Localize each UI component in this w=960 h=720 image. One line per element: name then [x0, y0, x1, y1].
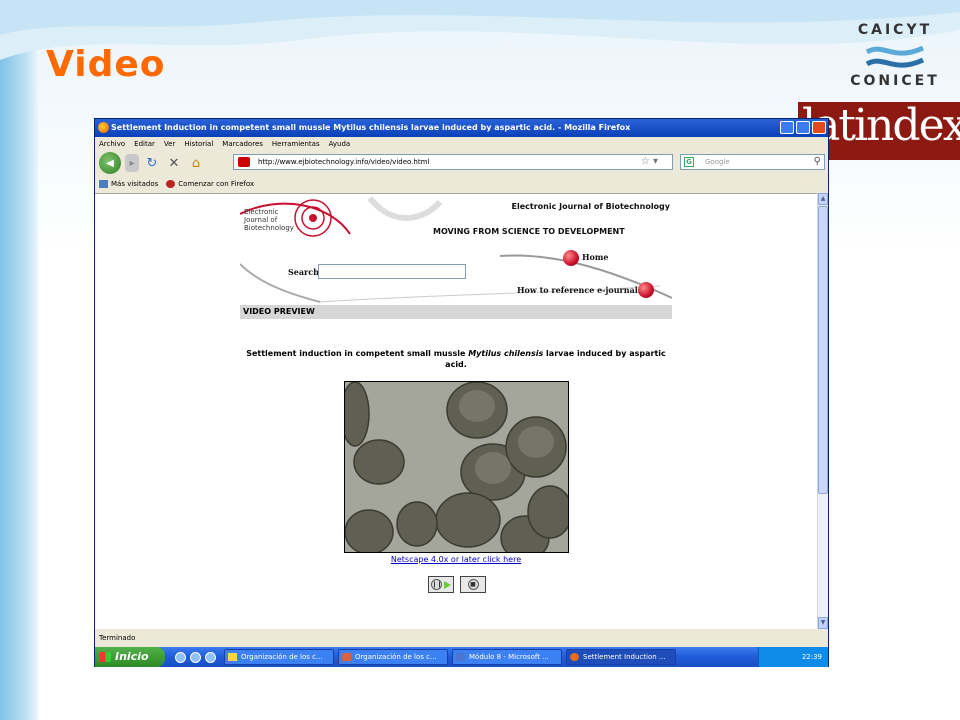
media-icon[interactable] [190, 651, 201, 663]
pause-icon: ❙❙ [431, 579, 443, 590]
section-header: VIDEO PREVIEW [240, 305, 672, 319]
firefox-bookmark-icon [166, 180, 176, 188]
conicet-emblem-icon [865, 45, 925, 68]
caicyt-logo-text: CAICYT [857, 22, 933, 38]
stop-button[interactable]: ■ [460, 576, 486, 593]
reload-icon[interactable]: ↻ [143, 154, 161, 172]
windows-flag-icon [100, 652, 111, 662]
forward-button[interactable]: ▸ [125, 154, 139, 172]
close-button[interactable] [812, 121, 826, 134]
menu-ayuda[interactable]: Ayuda [329, 137, 351, 151]
taskbar-item-1[interactable]: Organización de los c... [224, 649, 334, 665]
netscape-link[interactable]: Netscape 4.0x or later click here [240, 555, 672, 564]
url-text: http://www.ejbiotechnology.info/video/vi… [258, 158, 430, 166]
start-label: Inicio [115, 650, 149, 663]
taskbar-item-3[interactable]: Módulo 8 - Microsoft ... [452, 649, 562, 665]
search-field[interactable]: G Google ⚲ [680, 154, 825, 170]
ejb-logo-text: Electronic Journal of Biotechnology [244, 208, 294, 232]
conicet-logo-text: CONICET [850, 73, 940, 89]
menu-historial[interactable]: Historial [184, 137, 213, 151]
folder-icon [228, 653, 237, 661]
journal-name: Electronic Journal of Biotechnology [511, 202, 671, 211]
bookmark-most-visited[interactable]: Más visitados [99, 177, 158, 191]
stop-icon[interactable]: ✕ [165, 154, 183, 172]
navigation-toolbar: ◀ ▸ ↻ ✕ ⌂ http://www.ejbiotechnology.inf… [95, 152, 828, 174]
caicyt-conicet-logo: CAICYT CONICET [845, 18, 945, 94]
video-title-species: Mytilus chilensis [468, 349, 544, 358]
vertical-scrollbar[interactable]: ▲ ▼ [817, 193, 828, 629]
window-title: Settlement Induction in competent small … [111, 123, 631, 132]
site-search-input[interactable] [318, 264, 466, 279]
home-bullet-icon [563, 250, 579, 266]
back-button[interactable]: ◀ [99, 152, 121, 174]
bookmarks-toolbar: Más visitados Comenzar con Firefox [95, 177, 828, 191]
menu-archivo[interactable]: Archivo [99, 137, 125, 151]
menu-herramientas[interactable]: Herramientas [272, 137, 320, 151]
video-title: Settlement induction in competent small … [240, 348, 672, 370]
clock: 22:39 [801, 653, 822, 661]
site-favicon-icon [238, 157, 250, 167]
firefox-quicklaunch-icon[interactable] [205, 651, 216, 663]
browser-window: Settlement Induction in competent small … [94, 118, 829, 667]
scroll-thumb[interactable] [818, 206, 828, 494]
app-icon [342, 653, 351, 661]
menu-editar[interactable]: Editar [134, 137, 155, 151]
ie-icon[interactable] [175, 651, 186, 663]
quick-launch [175, 651, 216, 663]
browser-titlebar: Settlement Induction in competent small … [95, 119, 828, 137]
taskbar-item-2[interactable]: Organización de los c... [338, 649, 448, 665]
taskbar-item-4[interactable]: Settlement Induction ... [566, 649, 676, 665]
scroll-up-icon[interactable]: ▲ [818, 193, 828, 205]
bookmark-star-icon[interactable]: ☆ ▾ [641, 155, 658, 169]
howto-bullet-icon [638, 282, 654, 298]
how-to-reference-link[interactable]: How to reference e-journals [517, 285, 642, 295]
play-pause-button[interactable]: ❙❙ [428, 576, 454, 593]
video-title-prefix: Settlement induction in competent small … [246, 349, 469, 358]
video-player[interactable] [344, 381, 569, 553]
scroll-down-icon[interactable]: ▼ [818, 617, 828, 629]
home-icon[interactable]: ⌂ [187, 154, 205, 172]
journal-motto: MOVING FROM SCIENCE TO DEVELOPMENT [433, 227, 625, 236]
menu-bar: Archivo Editar Ver Historial Marcadores … [95, 137, 828, 151]
windows-taskbar: Inicio Organización de los c... Organiza… [95, 647, 828, 667]
word-icon [456, 653, 465, 661]
menu-marcadores[interactable]: Marcadores [222, 137, 263, 151]
bookmark-folder-icon [99, 180, 108, 188]
stop-square-icon: ■ [467, 579, 479, 590]
google-icon: G [684, 157, 694, 167]
ejb-logo[interactable]: Electronic Journal of Biotechnology [240, 200, 340, 250]
minimize-button[interactable] [780, 121, 794, 134]
maximize-button[interactable] [796, 121, 810, 134]
home-link[interactable]: Home [582, 252, 608, 262]
firefox-task-icon [570, 653, 579, 661]
status-bar: Terminado [99, 634, 136, 642]
search-label: Search [288, 267, 319, 277]
page-content: Electronic Journal of Biotechnology Elec… [95, 193, 817, 629]
bookmark-getting-started[interactable]: Comenzar con Firefox [166, 177, 254, 191]
slide-title: Video [46, 44, 166, 85]
ejb-header: Electronic Journal of Biotechnology Elec… [240, 194, 672, 306]
menu-ver[interactable]: Ver [164, 137, 175, 151]
system-tray: 22:39 [758, 647, 828, 667]
play-icon [444, 580, 451, 589]
magnifier-icon[interactable]: ⚲ [814, 155, 821, 169]
search-placeholder: Google [705, 158, 730, 166]
start-button[interactable]: Inicio [95, 647, 165, 667]
firefox-icon [98, 122, 109, 133]
address-bar[interactable]: http://www.ejbiotechnology.info/video/vi… [233, 154, 673, 170]
video-frame-larvae [345, 382, 568, 552]
